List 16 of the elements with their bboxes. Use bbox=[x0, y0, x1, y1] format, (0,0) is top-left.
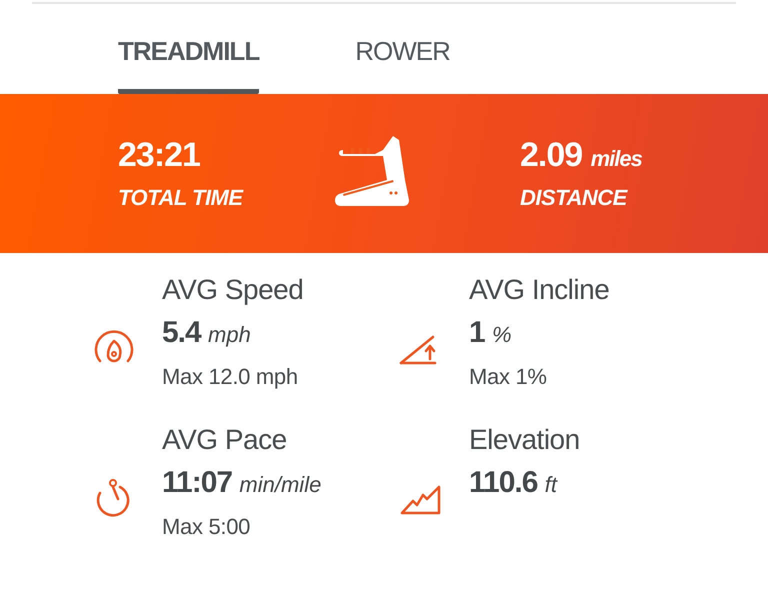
total-time-value: 23:21 bbox=[118, 136, 201, 175]
stat-title: AVG Pace bbox=[162, 423, 288, 457]
distance-value: 2.09 miles bbox=[520, 136, 643, 175]
stat-title: AVG Speed bbox=[162, 273, 304, 307]
stat-value: 5.4 mph bbox=[162, 315, 252, 351]
total-time-label: TOTAL TIME bbox=[118, 185, 244, 211]
stat-value: 11:07 min/mile bbox=[162, 465, 322, 501]
stat-max: Max 5:00 bbox=[162, 513, 252, 541]
stat-max: Max 1% bbox=[469, 363, 548, 391]
stat-value: 1 % bbox=[469, 315, 513, 351]
stat-title: Elevation bbox=[469, 423, 580, 457]
tab[interactable]: ROWER bbox=[355, 36, 450, 94]
stat-max: Max 12.0 mph bbox=[162, 363, 299, 391]
stat-value: 110.6 ft bbox=[469, 465, 559, 501]
distance-label: DISTANCE bbox=[520, 185, 629, 211]
stat-title: AVG Incline bbox=[469, 273, 610, 307]
